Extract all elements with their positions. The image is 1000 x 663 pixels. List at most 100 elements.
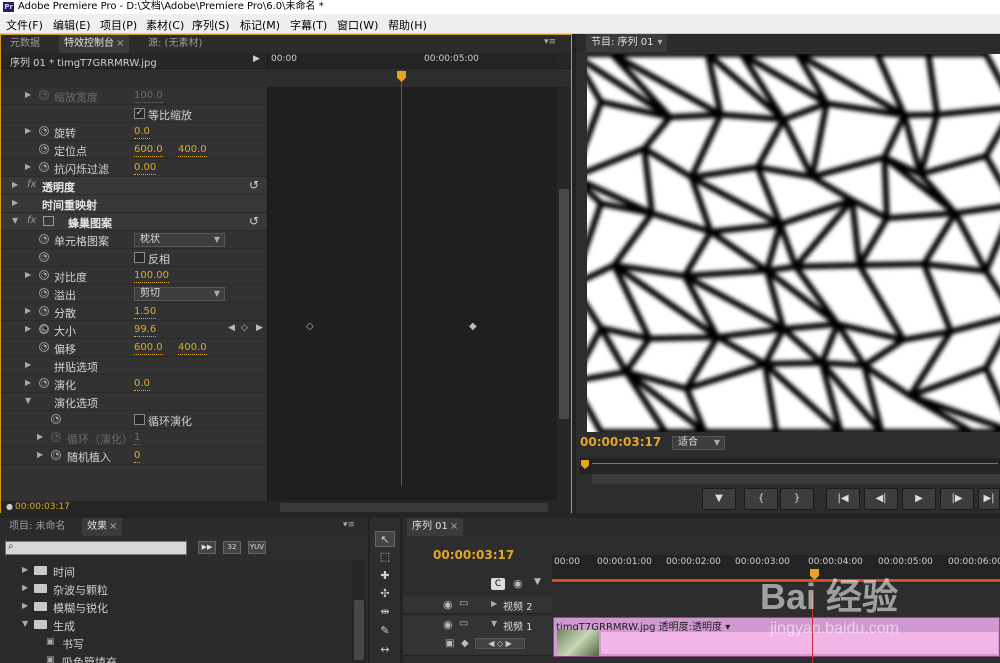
expand-triangle-icon[interactable]: ▶ xyxy=(25,306,31,315)
selection-tool-icon[interactable]: ↖ xyxy=(375,531,395,547)
cell-pattern-select[interactable]: 枕状 ▼ xyxy=(134,233,225,247)
contrast-value[interactable]: 100.00 xyxy=(134,269,169,283)
tab-sequence[interactable]: 序列 01 × xyxy=(407,518,464,536)
mark-in-button[interactable]: { xyxy=(744,488,778,510)
go-to-out-button[interactable]: ▶| xyxy=(978,488,1000,510)
scrollbar-thumb[interactable] xyxy=(559,189,569,419)
keyframe-icon[interactable]: ◇ xyxy=(306,321,314,332)
expand-triangle-icon[interactable]: ▶ xyxy=(25,378,31,387)
expand-triangle-icon[interactable]: ▶ xyxy=(25,360,31,369)
menu-help[interactable]: 帮助(H) xyxy=(388,17,427,33)
track-select-tool-icon[interactable]: ⬚ xyxy=(375,549,395,565)
menu-file[interactable]: 文件(F) xyxy=(6,17,43,33)
stopwatch-icon[interactable]: ◔ xyxy=(39,306,49,316)
next-keyframe-icon[interactable]: ▶ xyxy=(256,323,263,333)
step-forward-button[interactable]: |▶ xyxy=(940,488,974,510)
size-value[interactable]: 99.6 xyxy=(134,323,157,337)
stopwatch-icon[interactable]: ◔ xyxy=(39,252,49,262)
anchor-y-value[interactable]: 400.0 xyxy=(178,143,207,157)
menu-marker[interactable]: 标记(M) xyxy=(240,17,280,33)
expand-triangle-icon[interactable]: ▶ xyxy=(12,198,18,207)
ripple-edit-tool-icon[interactable]: ✚ xyxy=(375,568,395,584)
row-cell-pattern-effect[interactable]: ▼ fx 蜂巢图案 ↺ xyxy=(1,213,267,231)
uniform-scale-checkbox[interactable]: ✓ xyxy=(134,108,145,119)
cycle-evolution-checkbox[interactable] xyxy=(134,414,145,425)
expand-triangle-icon[interactable]: ▶ xyxy=(25,162,31,171)
zoom-fit-select[interactable]: 适合 ▼ xyxy=(672,436,725,450)
tree-item-noise-grain[interactable]: ▶ 杂波与颗粒 xyxy=(0,580,352,598)
stopwatch-icon[interactable]: ◔ xyxy=(39,162,49,172)
expand-triangle-icon[interactable]: ▶ xyxy=(25,270,31,279)
effect-time-ruler[interactable]: 00:00 00:00:05:00 xyxy=(267,53,557,69)
close-icon[interactable]: × xyxy=(116,38,124,49)
prev-keyframe-icon[interactable]: ◀ xyxy=(228,323,235,333)
stopwatch-icon[interactable]: ◔ xyxy=(51,432,61,442)
mask-icon[interactable] xyxy=(43,216,54,226)
tree-scrollbar[interactable] xyxy=(352,560,366,663)
effect-keyframe-area[interactable]: ◇ ◆ xyxy=(267,87,557,502)
stopwatch-icon[interactable]: ◔ xyxy=(39,288,49,298)
effects-search-input[interactable]: ⌕ xyxy=(5,541,187,555)
rolling-edit-tool-icon[interactable]: ✣ xyxy=(375,586,395,602)
tree-item-blur-sharpen[interactable]: ▶ 模糊与锐化 xyxy=(0,598,352,616)
menu-clip[interactable]: 素材(C) xyxy=(146,17,184,33)
tab-effect-controls[interactable]: 特效控制台 × xyxy=(59,35,130,53)
expand-triangle-icon[interactable]: ▶ xyxy=(25,324,31,333)
collapse-triangle-icon[interactable]: ▼ xyxy=(25,396,31,405)
tab-effects[interactable]: 效果 × xyxy=(82,518,123,536)
invert-checkbox[interactable] xyxy=(134,252,145,263)
snap-icon[interactable]: C xyxy=(491,578,505,590)
eye-icon[interactable]: ◉ xyxy=(443,618,453,631)
row-opacity-effect[interactable]: ▶ fx 透明度 ↺ xyxy=(1,177,267,195)
stopwatch-icon[interactable]: ◔ xyxy=(51,414,61,424)
evolution-value[interactable]: 0.0 xyxy=(134,377,150,391)
yuv-effects-icon[interactable]: YUV xyxy=(248,541,266,554)
collapse-triangle-icon[interactable]: ▼ xyxy=(491,619,497,628)
menu-project[interactable]: 项目(P) xyxy=(100,17,137,33)
stopwatch-icon[interactable]: ◔ xyxy=(39,144,49,154)
eye-icon[interactable]: ◉ xyxy=(443,598,453,611)
tab-project[interactable]: 项目: 未命名 xyxy=(4,518,71,536)
display-style-icon[interactable]: ▣ xyxy=(445,638,454,649)
disperse-value[interactable]: 1.50 xyxy=(134,305,157,319)
stopwatch-icon[interactable]: ◔ xyxy=(39,234,49,244)
stopwatch-icon[interactable]: ◔ xyxy=(39,378,49,388)
timeline-timecode[interactable]: 00:00:03:17 xyxy=(433,548,514,562)
timeline-ruler[interactable]: 00:00 00:00:01:00 00:00:02:00 00:00:03:0… xyxy=(552,555,1000,583)
program-playhead[interactable] xyxy=(581,460,589,469)
32bit-effects-icon[interactable]: 32 xyxy=(223,541,241,554)
collapse-triangle-icon[interactable]: ▼ xyxy=(12,216,18,225)
marker-icon[interactable]: ◉ xyxy=(513,577,523,590)
anti-flicker-value[interactable]: 0.00 xyxy=(134,161,157,175)
stopwatch-active-icon[interactable]: ◔ xyxy=(39,324,49,334)
work-area-bar[interactable] xyxy=(552,579,1000,582)
program-viewer[interactable] xyxy=(587,54,1000,432)
anchor-x-value[interactable]: 600.0 xyxy=(134,143,163,157)
horizontal-scrollbar[interactable] xyxy=(280,503,548,512)
row-time-remapping[interactable]: ▶ 时间重映射 xyxy=(1,195,267,213)
expand-triangle-icon[interactable]: ▶ xyxy=(491,599,497,608)
effect-panel-scrollbar[interactable] xyxy=(557,87,571,520)
stopwatch-icon[interactable]: ◔ xyxy=(51,450,61,460)
stopwatch-icon[interactable]: ◔ xyxy=(39,270,49,280)
expand-triangle-icon[interactable]: ▶ xyxy=(12,180,18,189)
add-marker-icon[interactable]: ▼ xyxy=(534,577,541,587)
program-mini-ruler[interactable] xyxy=(580,458,1000,474)
scrollbar-thumb[interactable] xyxy=(354,600,364,660)
expand-triangle-icon[interactable]: ▶ xyxy=(25,126,31,135)
lock-icon[interactable]: ▭ xyxy=(459,598,468,609)
go-to-in-button[interactable]: |◀ xyxy=(826,488,860,510)
play-button[interactable]: ▶ xyxy=(902,488,936,510)
expand-triangle-icon[interactable]: ▶ xyxy=(37,432,43,441)
program-zoom-scrollbar[interactable] xyxy=(592,474,1000,484)
effect-timecode[interactable]: 00:00:03:17 xyxy=(15,502,70,512)
keyframe-nav-icon[interactable]: ◀ ◇ ▶ xyxy=(475,638,525,649)
tab-program[interactable]: 节目: 序列 01 ▾ xyxy=(586,34,668,52)
stopwatch-icon[interactable]: ◔ xyxy=(39,342,49,352)
add-marker-button[interactable]: ▼ xyxy=(702,488,736,510)
video-clip[interactable]: timgT7GRRMRW.jpg 透明度:透明度 ▾ xyxy=(553,617,1000,657)
rotation-value[interactable]: 0.0 xyxy=(134,125,150,139)
add-keyframe-icon[interactable]: ◇ xyxy=(241,323,248,333)
offset-y-value[interactable]: 400.0 xyxy=(178,341,207,355)
expand-triangle-icon[interactable]: ▶ xyxy=(25,90,31,99)
